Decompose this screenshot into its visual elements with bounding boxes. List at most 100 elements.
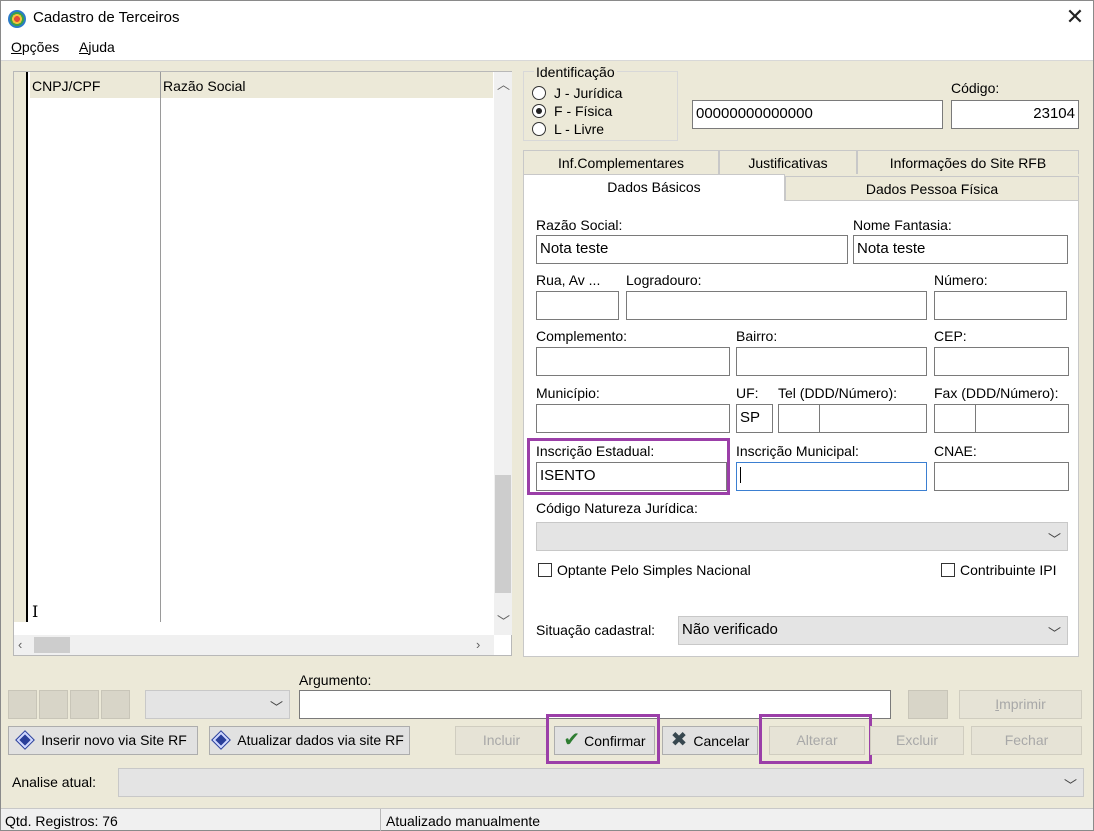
status-divider [380,809,381,831]
radio-livre-label[interactable]: L - Livre [554,121,604,137]
documento-input[interactable]: 00000000000000 [692,100,943,129]
title-bar: Cadastro de Terceiros ✕ [1,1,1093,35]
status-atualizado: Atualizado manualmente [386,813,541,829]
atualizar-rf-button[interactable]: Atualizar dados via site RF [209,726,410,755]
cep-label: CEP: [934,328,967,344]
tab-dados-pessoa-fisica[interactable]: Dados Pessoa Física [785,176,1079,200]
diamond-icon [16,731,34,749]
tel-ddd-input[interactable] [778,404,820,433]
grid-indicator-column [14,72,28,622]
identificacao-title: Identificação [534,64,617,80]
vertical-scrollbar[interactable]: ︿ ﹀ [494,72,512,635]
fechar-button[interactable]: Fechar [971,726,1082,755]
scroll-left-icon[interactable]: ‹ [18,638,22,652]
nome-fantasia-input[interactable]: Nota teste [853,235,1068,264]
inscricao-municipal-input[interactable] [736,462,927,491]
vertical-scroll-thumb[interactable] [495,475,511,593]
argumento-label: Argumento: [299,672,372,688]
cnae-input[interactable] [934,462,1069,491]
radio-livre[interactable] [532,122,546,136]
razao-social-label: Razão Social: [536,217,623,233]
nav-button-2[interactable] [39,690,68,719]
cnae-label: CNAE: [934,443,977,459]
fax-ddd-input[interactable] [934,404,976,433]
text-cursor-icon: I [32,602,39,621]
complemento-label: Complemento: [536,328,628,344]
chevron-down-icon: ﹀ [1047,626,1061,641]
radio-fisica[interactable] [532,104,546,118]
ipi-label[interactable]: Contribuinte IPI [960,562,1057,578]
inserir-rf-button[interactable]: Inserir novo via Site RF [8,726,198,755]
cadastro-window: Cadastro de Terceiros ✕ Opções Ajuda CNP… [0,0,1094,831]
codigo-label: Código: [951,80,1000,96]
excluir-button[interactable]: Excluir [870,726,964,755]
nav-button-1[interactable] [8,690,37,719]
situacao-select[interactable]: Não verificado ﹀ [678,616,1068,645]
complemento-input[interactable] [536,347,730,376]
scroll-up-icon[interactable]: ︿ [497,78,510,92]
ipi-checkbox[interactable] [941,563,955,577]
radio-juridica-label[interactable]: J - Jurídica [554,85,622,101]
rua-input[interactable] [536,291,619,320]
horizontal-scroll-thumb[interactable] [34,637,70,653]
razao-social-input[interactable]: Nota teste [536,235,848,264]
cancelar-label: Cancelar [693,733,750,749]
highlight-alterar [759,714,872,764]
natureza-label: Código Natureza Jurídica: [536,500,698,516]
municipio-input[interactable] [536,404,730,433]
fax-label: Fax (DDD/Número): [934,385,1059,401]
tab-informacoes-rfb[interactable]: Informações do Site RFB [857,150,1079,174]
chevron-down-icon: ﹀ [1047,532,1061,547]
numero-input[interactable] [934,291,1067,320]
simples-label[interactable]: Optante Pelo Simples Nacional [557,562,751,578]
menu-ajuda[interactable]: Ajuda [79,39,115,55]
atualizar-rf-label: Atualizar dados via site RF [237,732,404,748]
app-icon [8,10,26,28]
scroll-right-icon[interactable]: › [476,638,480,652]
imprimir-button[interactable]: Imprimir [959,690,1082,719]
rua-label: Rua, Av ... [536,272,601,288]
tab-inf-complementares[interactable]: Inf.Complementares [523,150,719,174]
analise-label: Analise atual: [12,774,97,790]
inscricao-municipal-label: Inscrição Municipal: [736,443,859,459]
highlight-confirmar [546,714,660,764]
uf-label: UF: [736,385,759,401]
menu-opcoes-rest: pções [21,39,60,55]
scroll-down-icon[interactable]: ﹀ [497,615,510,629]
radio-juridica[interactable] [532,86,546,100]
logradouro-label: Logradouro: [626,272,702,288]
records-grid[interactable]: CNPJ/CPF Razão Social ︿ ﹀ ‹ › I [13,71,512,656]
chevron-down-icon: ﹀ [269,700,283,715]
horizontal-scrollbar[interactable]: ‹ › [14,635,494,655]
situacao-value: Não verificado [682,621,778,638]
col-header-cnpj[interactable]: CNPJ/CPF [32,78,100,94]
menu-opcoes[interactable]: Opções [11,39,59,55]
uf-input[interactable]: SP [736,404,773,433]
natureza-select[interactable]: ﹀ [536,522,1068,551]
col-header-razao[interactable]: Razão Social [163,78,246,94]
cancelar-button[interactable]: ✖ Cancelar [662,726,758,755]
imprimir-label: mprimir [999,696,1046,712]
bairro-input[interactable] [736,347,927,376]
nav-button-4[interactable] [101,690,130,719]
nav-button-3[interactable] [70,690,99,719]
tab-justificativas[interactable]: Justificativas [719,150,857,174]
municipio-label: Município: [536,385,600,401]
radio-fisica-label[interactable]: F - Física [554,103,612,119]
cep-input[interactable] [934,347,1069,376]
highlight-inscricao-estadual [527,438,730,495]
close-icon[interactable]: ✕ [1061,5,1089,31]
codigo-input[interactable]: 23104 [951,100,1079,129]
tab-dados-basicos[interactable]: Dados Básicos [523,174,785,201]
incluir-button[interactable]: Incluir [455,726,548,755]
window-title: Cadastro de Terceiros [33,9,180,26]
logradouro-input[interactable] [626,291,927,320]
simples-checkbox[interactable] [538,563,552,577]
analise-select[interactable]: ﹀ [118,768,1084,797]
search-field-select[interactable]: ﹀ [145,690,290,719]
tel-numero-input[interactable] [819,404,927,433]
status-bar: Qtd. Registros: 76 Atualizado manualment… [1,808,1093,831]
search-button[interactable] [908,690,948,719]
nome-fantasia-label: Nome Fantasia: [853,217,952,233]
fax-numero-input[interactable] [975,404,1069,433]
